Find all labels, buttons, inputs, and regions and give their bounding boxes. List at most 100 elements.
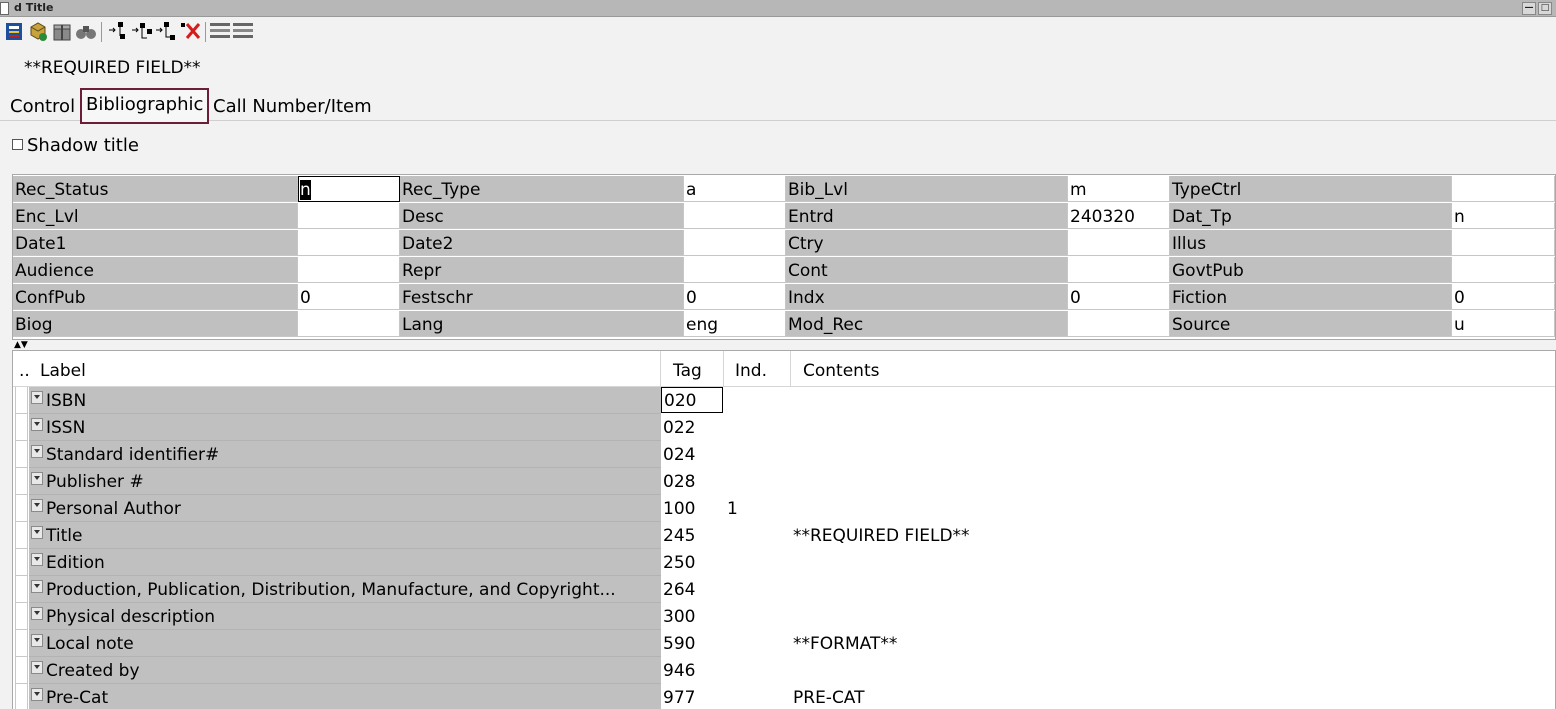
table-row[interactable]: Local note 590 **FORMAT** — [13, 630, 1555, 657]
field-tag[interactable]: 028 — [661, 468, 723, 495]
tab-control[interactable]: Control — [6, 94, 80, 120]
dropdown-arrow-icon[interactable] — [31, 553, 43, 566]
column-divider[interactable] — [790, 351, 791, 386]
fixed-field-value[interactable] — [1452, 230, 1555, 256]
field-tag[interactable]: 300 — [661, 603, 723, 630]
column-divider[interactable] — [723, 351, 724, 386]
fixed-field-value[interactable]: 0 — [1068, 284, 1170, 310]
fixed-field-value[interactable] — [1068, 230, 1170, 256]
field-tag[interactable]: 264 — [661, 576, 723, 603]
field-tag[interactable]: 590 — [661, 630, 723, 657]
field-tag[interactable]: 245 — [661, 522, 723, 549]
fixed-field-value[interactable] — [1452, 257, 1555, 283]
field-contents[interactable]: PRE-CAT — [791, 684, 865, 709]
row-selector[interactable] — [15, 684, 28, 709]
shadow-title-row[interactable]: Shadow title — [12, 134, 139, 158]
dropdown-arrow-icon[interactable] — [31, 499, 43, 512]
table-row[interactable]: Pre-Cat 977 PRE-CAT — [13, 684, 1555, 709]
field-indicators[interactable] — [725, 684, 791, 709]
field-contents[interactable] — [791, 387, 793, 414]
row-selector[interactable] — [15, 603, 28, 630]
field-contents[interactable]: **FORMAT** — [791, 630, 897, 657]
record-view-icon[interactable] — [3, 20, 25, 42]
dropdown-arrow-icon[interactable] — [31, 526, 43, 539]
field-contents[interactable] — [791, 603, 793, 630]
table-row[interactable]: Publisher # 028 — [13, 468, 1555, 495]
field-indicators[interactable] — [725, 468, 791, 495]
dropdown-arrow-icon[interactable] — [31, 391, 43, 404]
fixed-field-value[interactable] — [298, 257, 400, 283]
row-selector[interactable] — [15, 495, 28, 522]
field-indicators[interactable] — [725, 522, 791, 549]
dropdown-arrow-icon[interactable] — [31, 472, 43, 485]
field-contents[interactable] — [791, 441, 793, 468]
row-selector[interactable] — [15, 630, 28, 657]
row-selector[interactable] — [15, 657, 28, 684]
table-row[interactable]: Edition 250 — [13, 549, 1555, 576]
fixed-field-value[interactable]: 240320 — [1068, 203, 1170, 229]
fixed-field-value[interactable] — [684, 203, 786, 229]
fixed-field-value[interactable]: m — [1068, 176, 1170, 202]
insert-subfield-below-icon[interactable] — [155, 20, 177, 42]
system-menu-icon[interactable] — [0, 2, 9, 15]
field-tag[interactable]: 977 — [661, 684, 723, 709]
fixed-field-value[interactable] — [1452, 176, 1555, 202]
table-row[interactable]: Created by 946 — [13, 657, 1555, 684]
row-selector[interactable] — [15, 441, 28, 468]
dropdown-arrow-icon[interactable] — [31, 634, 43, 647]
dropdown-arrow-icon[interactable] — [31, 418, 43, 431]
row-selector[interactable] — [15, 414, 28, 441]
fixed-field-value[interactable] — [1068, 257, 1170, 283]
save-icon[interactable] — [27, 20, 49, 42]
fixed-field-value[interactable]: 0 — [1452, 284, 1555, 310]
field-indicators[interactable] — [725, 441, 791, 468]
table-row[interactable]: ISBN 020 — [13, 387, 1555, 414]
field-indicators[interactable] — [725, 414, 791, 441]
field-contents[interactable] — [791, 576, 793, 603]
row-selector[interactable] — [15, 549, 28, 576]
maximize-button[interactable]: □ — [1538, 2, 1552, 15]
table-row[interactable]: Production, Publication, Distribution, M… — [13, 576, 1555, 603]
minimize-button[interactable]: — — [1522, 2, 1536, 15]
dropdown-arrow-icon[interactable] — [31, 445, 43, 458]
template-icon[interactable] — [209, 20, 253, 42]
fixed-field-value[interactable]: a — [684, 176, 786, 202]
table-row[interactable]: Physical description 300 — [13, 603, 1555, 630]
field-indicators[interactable] — [725, 603, 791, 630]
rec-status-field[interactable]: n — [298, 176, 400, 202]
dropdown-arrow-icon[interactable] — [31, 580, 43, 593]
fixed-field-value[interactable]: eng — [684, 311, 786, 337]
contents-column-header[interactable]: Contents — [803, 351, 879, 386]
table-row[interactable]: Personal Author 100 1 — [13, 495, 1555, 522]
tag-column-header[interactable]: Tag — [673, 351, 702, 386]
fixed-field-value[interactable] — [1068, 311, 1170, 337]
ind-column-header[interactable]: Ind. — [735, 351, 767, 386]
column-divider[interactable] — [660, 351, 661, 386]
field-contents[interactable] — [791, 414, 793, 441]
fixed-field-value[interactable] — [298, 230, 400, 256]
field-contents[interactable] — [791, 468, 793, 495]
fixed-field-value[interactable] — [684, 230, 786, 256]
field-tag[interactable]: 022 — [661, 414, 723, 441]
insert-field-icon[interactable] — [107, 20, 129, 42]
row-selector[interactable] — [15, 468, 28, 495]
field-tag[interactable]: 946 — [661, 657, 723, 684]
field-contents[interactable] — [791, 495, 793, 522]
row-selector[interactable] — [15, 522, 28, 549]
field-tag[interactable]: 100 — [661, 495, 723, 522]
field-contents[interactable]: **REQUIRED FIELD** — [791, 522, 970, 549]
table-row[interactable]: ISSN 022 — [13, 414, 1555, 441]
field-indicators[interactable] — [725, 657, 791, 684]
field-tag[interactable]: 020 — [661, 387, 723, 413]
table-row[interactable]: Standard identifier# 024 — [13, 441, 1555, 468]
field-indicators[interactable] — [725, 630, 791, 657]
gift-icon[interactable] — [51, 20, 73, 42]
field-indicators[interactable] — [725, 549, 791, 576]
insert-subfield-icon[interactable] — [131, 20, 153, 42]
fixed-field-value[interactable] — [298, 311, 400, 337]
fixed-field-value[interactable]: n — [1452, 203, 1555, 229]
field-tag[interactable]: 250 — [661, 549, 723, 576]
field-indicators[interactable] — [725, 387, 791, 414]
field-indicators[interactable]: 1 — [725, 495, 791, 522]
row-selector[interactable] — [15, 576, 28, 603]
